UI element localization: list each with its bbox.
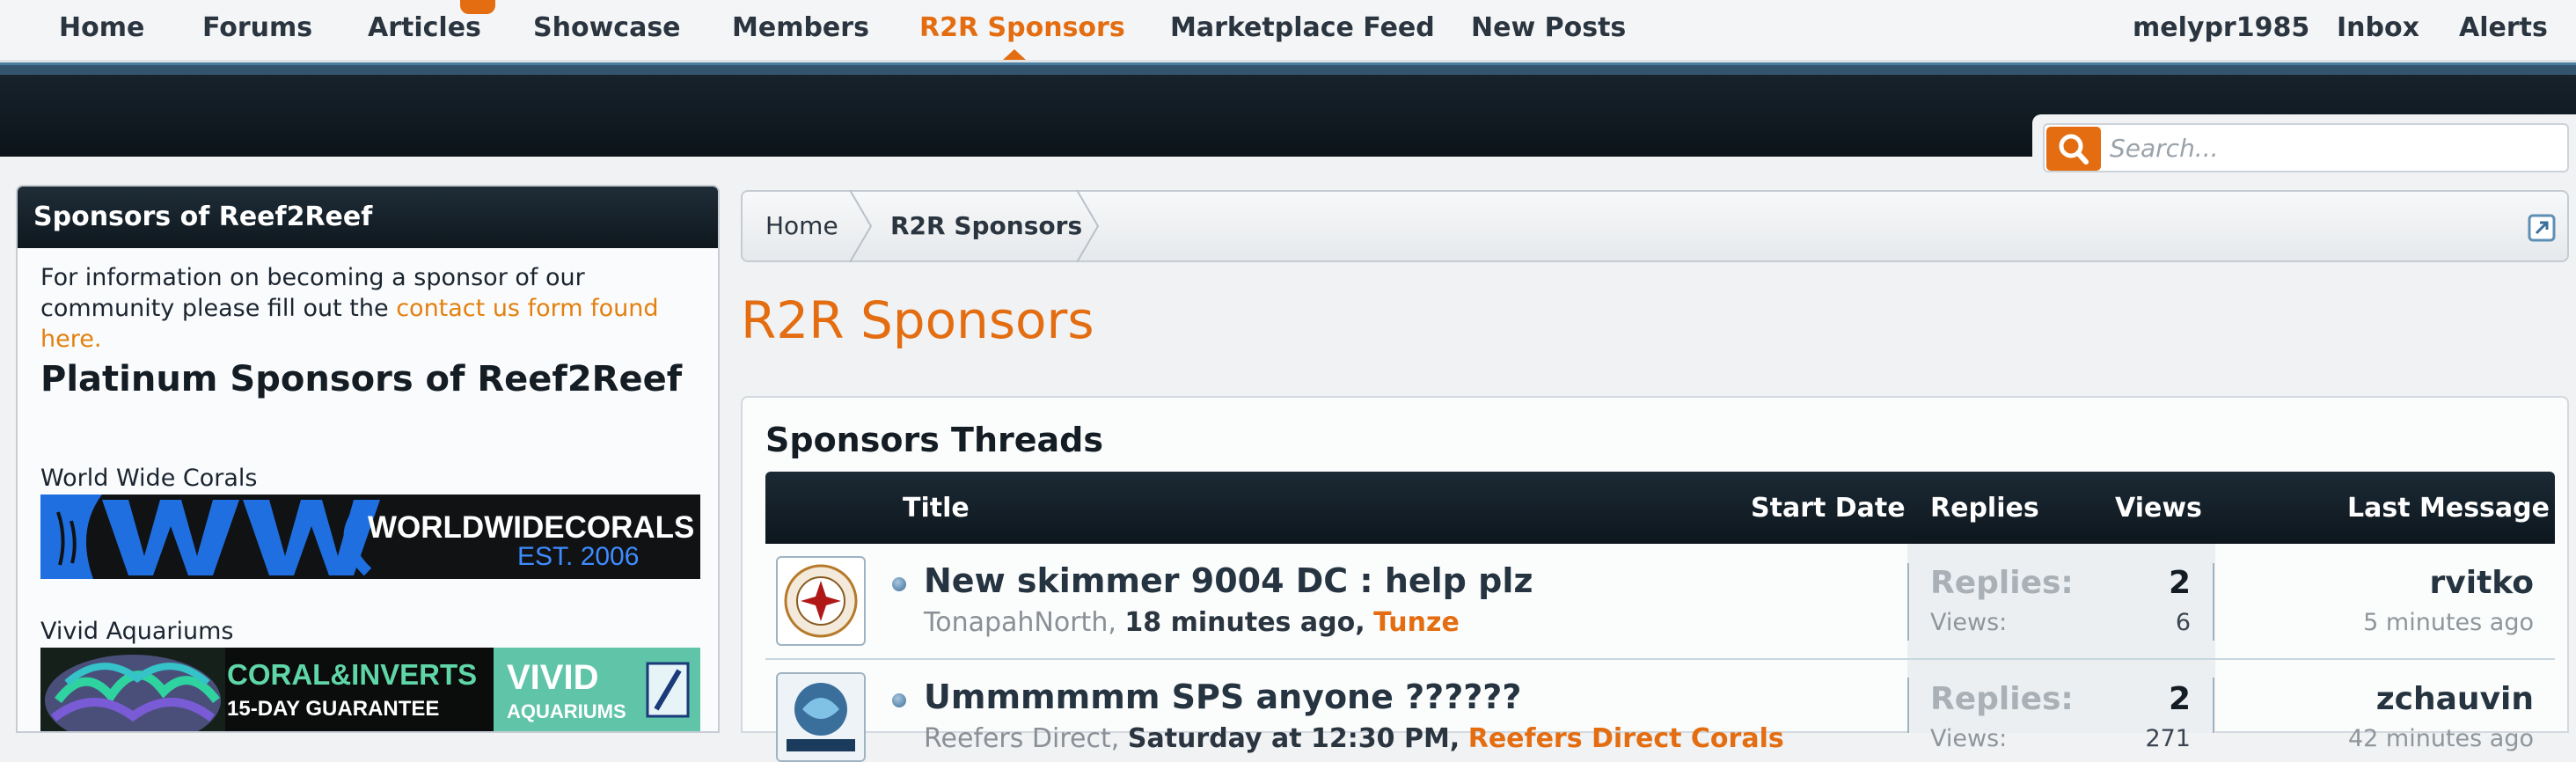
column-replies[interactable]: Replies — [1930, 493, 2039, 524]
column-last-message[interactable]: Last Message — [2347, 493, 2550, 524]
wwc-banner-text: WORLDWIDECORALS — [368, 510, 695, 545]
replies-count: 2 — [2168, 565, 2191, 601]
world-wide-corals-banner[interactable]: WORLDWIDECORALS EST. 2006 — [40, 495, 700, 579]
breadcrumb: Home R2R Sponsors — [741, 190, 2569, 262]
views-label: Views: — [1930, 609, 2008, 636]
replies-label: Replies: — [1930, 681, 2074, 717]
row1-stats-background — [1907, 544, 2215, 658]
row-divider — [765, 658, 2555, 660]
search-button[interactable] — [2046, 127, 2101, 171]
jump-to-page-icon[interactable] — [2527, 213, 2557, 243]
page-title: R2R Sponsors — [741, 290, 1094, 350]
column-views[interactable]: Views — [2115, 493, 2202, 524]
breadcrumb-separator-icon — [1076, 190, 1100, 262]
vivid-banner-text: CORAL&INVERTS — [227, 658, 478, 691]
nav-members[interactable]: Members — [732, 11, 869, 46]
wwc-banner-subtext: EST. 2006 — [517, 542, 640, 571]
row2-avatar[interactable] — [776, 672, 866, 762]
views-label: Views: — [1930, 725, 2008, 752]
nav-alerts[interactable]: Alerts — [2459, 11, 2548, 46]
thread-title[interactable]: New skimmer 9004 DC : help plz — [924, 561, 1533, 600]
nav-home[interactable]: Home — [59, 11, 144, 46]
nav-user-account[interactable]: melypr1985 — [2133, 11, 2309, 46]
thread-status-icon — [892, 693, 906, 707]
column-start-date[interactable]: Start Date — [1751, 493, 1906, 524]
row2-stats-divider — [1907, 678, 1909, 733]
thread-meta: Reefers Direct, Saturday at 12:30 PM, Re… — [924, 723, 1784, 754]
vivid-aquariums-banner[interactable]: CORAL&INVERTS 15-DAY GUARANTEE VIVID AQU… — [40, 648, 700, 731]
templar-cross-avatar-icon — [784, 564, 858, 638]
threads-table-header — [765, 472, 2555, 544]
thread-forum-link[interactable]: Reefers Direct Corals — [1468, 723, 1784, 754]
last-message-user[interactable]: zchauvin — [2376, 681, 2534, 717]
nav-articles[interactable]: Articles — [368, 11, 481, 46]
column-title[interactable]: Title — [903, 493, 970, 524]
nav-inbox[interactable]: Inbox — [2337, 11, 2419, 46]
replies-count: 2 — [2168, 681, 2191, 717]
thread-status-icon — [892, 577, 906, 591]
nav-marketplace-feed[interactable]: Marketplace Feed — [1170, 11, 1435, 46]
row1-stats-divider — [1907, 563, 1909, 641]
last-message-user[interactable]: rvitko — [2430, 565, 2534, 601]
nav-showcase[interactable]: Showcase — [533, 11, 681, 46]
vivid-banner-subtext: 15-DAY GUARANTEE — [227, 697, 440, 721]
last-message-time[interactable]: 42 minutes ago — [2348, 725, 2534, 752]
row2-stats-divider — [2213, 678, 2214, 733]
search-icon — [2059, 134, 2089, 165]
thread-start-time[interactable]: 18 minutes ago, — [1124, 607, 1365, 638]
breadcrumb-separator-icon — [849, 190, 873, 262]
nav-r2r-sponsors[interactable]: R2R Sponsors — [919, 11, 1125, 46]
row1-avatar[interactable] — [776, 556, 866, 646]
nav-new-posts[interactable]: New Posts — [1471, 11, 1626, 46]
sidebar-title: Sponsors of Reef2Reef — [18, 187, 718, 248]
views-count: 271 — [2145, 725, 2191, 752]
sidebar-info-text: For information on becoming a sponsor of… — [40, 262, 709, 355]
views-count: 6 — [2175, 609, 2191, 636]
header-accent-bar — [0, 62, 2576, 75]
breadcrumb-r2r-sponsors[interactable]: R2R Sponsors — [890, 192, 1082, 260]
thread-title[interactable]: Ummmmmm SPS anyone ?????? — [924, 678, 1521, 716]
vivid-brand-text: VIVID — [507, 658, 599, 697]
thread-meta: TonapahNorth, 18 minutes ago, Tunze — [924, 607, 1460, 638]
last-message-time[interactable]: 5 minutes ago — [2363, 609, 2534, 636]
search-placeholder: Search... — [2110, 134, 2219, 163]
thread-author[interactable]: TonapahNorth, — [924, 607, 1116, 638]
sponsor-name-vivid: Vivid Aquariums — [40, 618, 234, 645]
replies-label: Replies: — [1930, 565, 2074, 601]
thread-start-time[interactable]: Saturday at 12:30 PM, — [1128, 723, 1460, 754]
thread-author[interactable]: Reefers Direct, — [924, 723, 1119, 754]
breadcrumb-home[interactable]: Home — [765, 192, 838, 260]
row1-stats-divider — [2213, 563, 2214, 641]
threads-heading: Sponsors Threads — [765, 421, 1103, 459]
nav-forums[interactable]: Forums — [202, 11, 312, 46]
sponsors-sidebar: Sponsors of Reef2Reef For information on… — [16, 185, 720, 733]
articles-notification-badge — [460, 0, 495, 14]
thread-forum-link[interactable]: Tunze — [1373, 607, 1460, 638]
active-nav-caret-icon — [1003, 49, 1026, 60]
reefers-direct-avatar-icon — [778, 674, 864, 760]
sponsor-name-wwc: World Wide Corals — [40, 465, 258, 492]
top-navigation: Home Forums Articles Showcase Members R2… — [0, 0, 2576, 60]
platinum-sponsors-heading: Platinum Sponsors of Reef2Reef — [40, 359, 683, 399]
vivid-brand-subtext: AQUARIUMS — [507, 700, 626, 722]
